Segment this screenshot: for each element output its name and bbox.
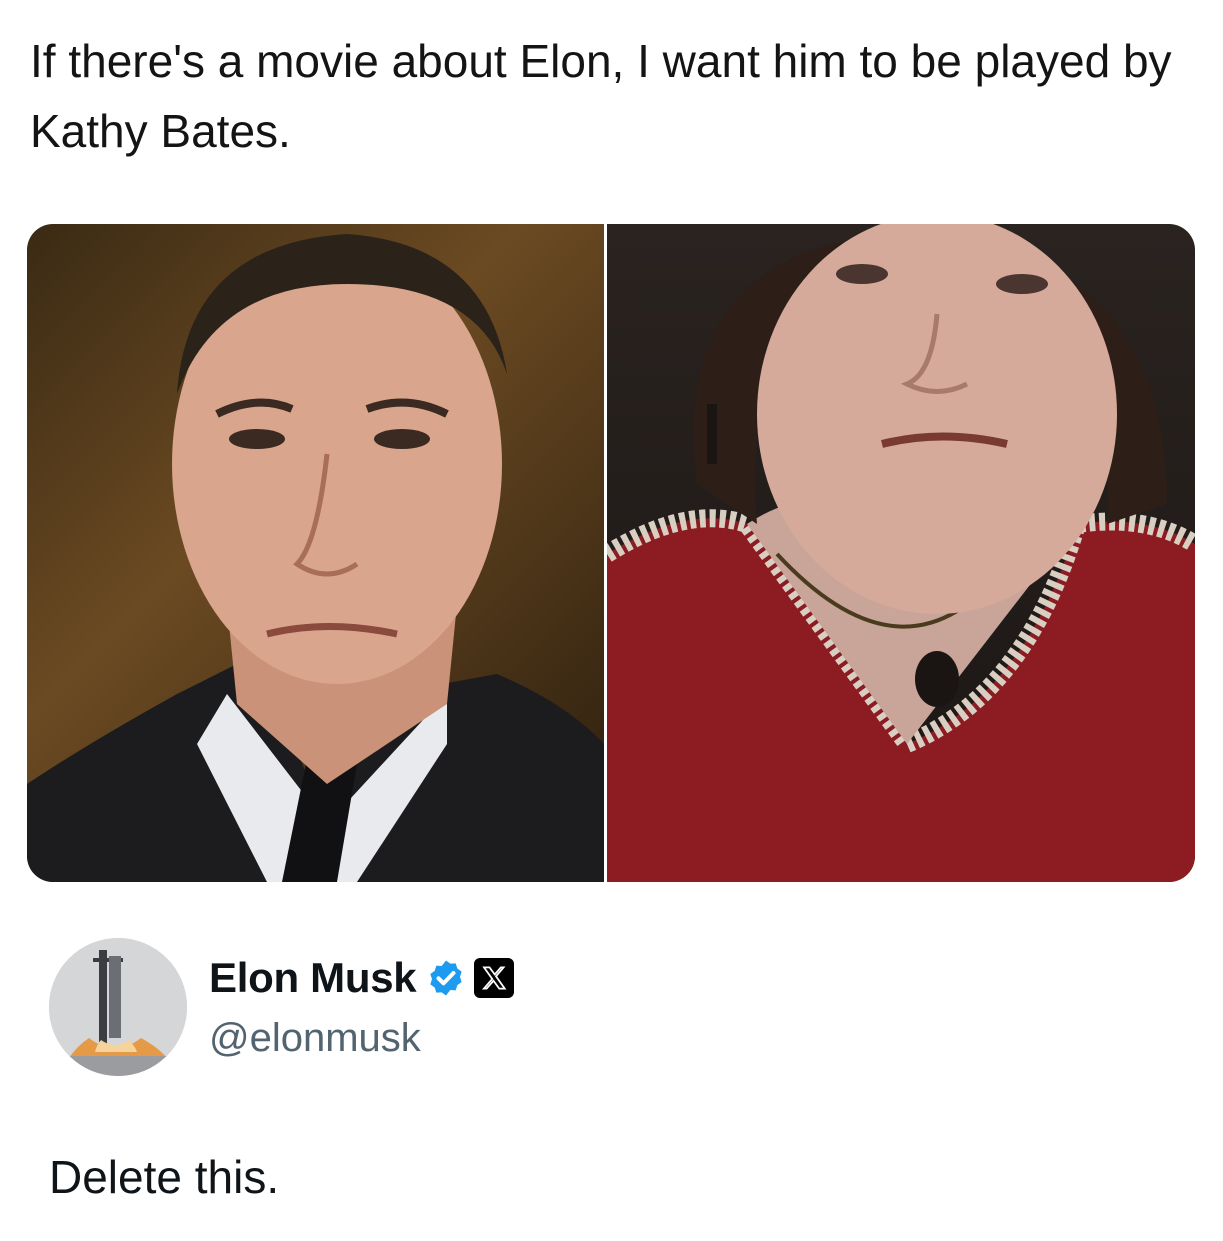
rocket-launch-avatar-icon [49, 938, 187, 1076]
x-logo-icon [474, 958, 515, 998]
media-image-left[interactable] [27, 224, 604, 882]
name-row: Elon Musk [209, 954, 515, 1002]
post-media[interactable] [27, 224, 1195, 882]
portrait-man-photo [27, 234, 604, 882]
portrait-woman-photo [607, 224, 1195, 882]
post-text: If there's a movie about Elon, I want hi… [30, 35, 1172, 157]
media-image-right[interactable] [607, 224, 1195, 882]
author-block[interactable]: Elon Musk @elonmusk [49, 938, 1199, 1078]
display-name[interactable]: Elon Musk [209, 954, 417, 1002]
verified-badge-icon [430, 960, 462, 996]
avatar[interactable] [49, 938, 187, 1076]
reply-text: Delete this. [49, 1151, 280, 1203]
author-handle[interactable]: @elonmusk [209, 1016, 421, 1061]
